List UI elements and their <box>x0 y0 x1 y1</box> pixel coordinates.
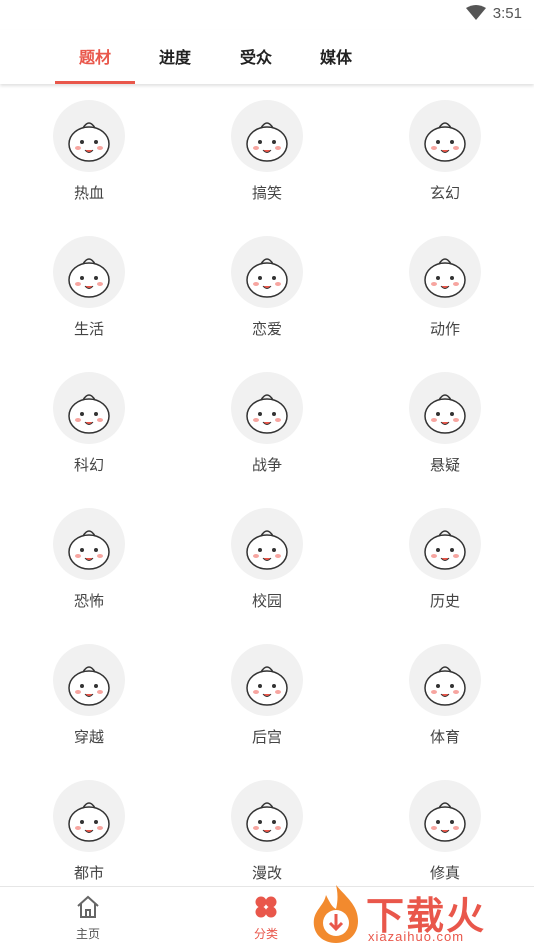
nav-category-label: 分类 <box>253 927 278 941</box>
sports-bun-icon <box>409 644 481 716</box>
category-item[interactable]: 生活 <box>0 232 178 368</box>
category-label: 漫改 <box>251 864 282 882</box>
flame-logo-icon <box>313 885 358 943</box>
cultivation-bun-icon <box>409 780 481 852</box>
category-item[interactable]: 动作 <box>356 232 534 368</box>
status-time: 3:51 <box>492 5 522 22</box>
category-item[interactable]: 都市 <box>0 776 178 886</box>
category-item[interactable]: 搞笑 <box>178 96 356 232</box>
category-item[interactable]: 战争 <box>178 368 356 504</box>
tab-progress[interactable]: 进度 <box>135 44 215 68</box>
nav-home[interactable]: 主页 <box>48 895 128 942</box>
mystery-bun-icon <box>409 372 481 444</box>
category-item[interactable]: 校园 <box>178 504 356 640</box>
horror-bun-icon <box>53 508 125 580</box>
category-label: 恐怖 <box>73 592 104 610</box>
status-bar: 3:51 <box>0 0 534 30</box>
category-item[interactable]: 科幻 <box>0 368 178 504</box>
watermark-logo: 下载火 xiazaihuo.com <box>308 883 528 947</box>
history-bun-icon <box>409 508 481 580</box>
palace-bun-icon <box>231 644 303 716</box>
category-label: 校园 <box>251 592 282 610</box>
home-icon <box>75 895 101 923</box>
category-label: 科幻 <box>73 456 104 474</box>
category-item[interactable]: 穿越 <box>0 640 178 776</box>
category-item[interactable]: 热血 <box>0 96 178 232</box>
category-label: 玄幻 <box>429 184 460 202</box>
tab-media[interactable]: 媒体 <box>296 44 376 68</box>
category-item[interactable]: 玄幻 <box>356 96 534 232</box>
category-label: 搞笑 <box>251 184 282 202</box>
category-item[interactable]: 漫改 <box>178 776 356 886</box>
watermark-url: xiazaihuo.com <box>368 929 465 944</box>
wifi-icon <box>466 5 486 25</box>
category-label: 热血 <box>73 184 104 202</box>
laughing-bun-icon <box>231 100 303 172</box>
category-tabs: 题材 进度 受众 媒体 <box>0 30 534 84</box>
category-label: 生活 <box>73 320 104 338</box>
nav-category[interactable]: 分类 <box>226 895 306 942</box>
action-bun-icon <box>409 236 481 308</box>
school-bun-icon <box>231 508 303 580</box>
daily-life-bun-icon <box>53 236 125 308</box>
category-label: 历史 <box>429 592 460 610</box>
category-item[interactable]: 历史 <box>356 504 534 640</box>
city-bun-icon <box>53 780 125 852</box>
category-label: 后宫 <box>251 728 282 746</box>
category-label: 都市 <box>73 864 104 882</box>
category-item[interactable]: 修真 <box>356 776 534 886</box>
category-label: 动作 <box>429 320 460 338</box>
magic-bun-icon <box>409 100 481 172</box>
active-tab-indicator <box>55 81 135 84</box>
love-bun-icon <box>231 236 303 308</box>
category-item[interactable]: 恋爱 <box>178 232 356 368</box>
category-grid: 热血 搞笑 玄幻生活 恋爱 动作科幻 战争 悬疑恐怖 校园 历史穿越 后宫 体育都市 漫改 修真 <box>0 96 534 886</box>
category-item[interactable]: 悬疑 <box>356 368 534 504</box>
fire-bun-icon <box>53 100 125 172</box>
category-label: 体育 <box>429 728 460 746</box>
ufo-bun-icon <box>53 372 125 444</box>
tab-topic[interactable]: 题材 <box>55 44 135 68</box>
comic-adaptation-bun-icon <box>231 780 303 852</box>
category-item[interactable]: 恐怖 <box>0 504 178 640</box>
nav-home-label: 主页 <box>75 927 100 941</box>
category-item[interactable]: 体育 <box>356 640 534 776</box>
war-bun-icon <box>231 372 303 444</box>
category-label: 恋爱 <box>251 320 282 338</box>
tab-audience[interactable]: 受众 <box>216 44 296 68</box>
category-grid-icon <box>253 896 279 923</box>
time-travel-bun-icon <box>53 644 125 716</box>
category-label: 悬疑 <box>429 456 460 474</box>
category-item[interactable]: 后宫 <box>178 640 356 776</box>
category-label: 战争 <box>251 456 282 474</box>
category-label: 穿越 <box>73 728 104 746</box>
category-label: 修真 <box>429 864 460 882</box>
